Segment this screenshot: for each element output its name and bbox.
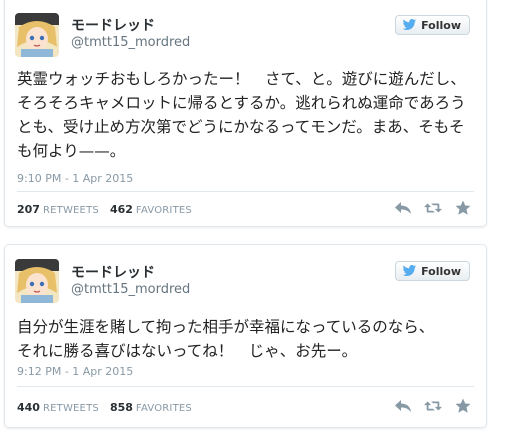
divider — [17, 386, 474, 387]
star-icon[interactable] — [454, 398, 472, 414]
timestamp[interactable]: 9:12 PM - 1 Apr 2015 — [17, 365, 133, 378]
tweet-stats: 440 RETWEETS 858 FAVORITES — [17, 401, 200, 414]
favorite-label: FAVORITES — [135, 205, 192, 216]
avatar[interactable] — [15, 259, 59, 303]
star-icon[interactable] — [454, 200, 472, 216]
retweet-count[interactable]: 207 — [17, 203, 40, 216]
tweet-stats: 207 RETWEETS 462 FAVORITES — [17, 203, 200, 216]
twitter-bird-icon — [402, 265, 417, 277]
tweet-actions — [394, 398, 472, 414]
favorite-count[interactable]: 462 — [110, 203, 133, 216]
tweet-actions — [394, 200, 472, 216]
tweet-card: モードレッド @tmtt15_mordred Follow 英霊ウォッチおもしろ… — [4, 0, 487, 227]
tweet-text: 自分が生涯を賭して拘った相手が幸福になっているのなら、 それに勝る喜びはないって… — [17, 318, 435, 360]
retweet-icon[interactable] — [424, 200, 442, 216]
reply-icon[interactable] — [394, 398, 412, 414]
display-name[interactable]: モードレッド — [71, 262, 155, 282]
follow-button[interactable]: Follow — [395, 261, 470, 281]
screen-name[interactable]: @tmtt15_mordred — [71, 35, 190, 50]
retweet-label: RETWEETS — [42, 205, 99, 216]
favorite-count[interactable]: 858 — [110, 401, 133, 414]
follow-button[interactable]: Follow — [395, 15, 470, 35]
tweet-card: モードレッド @tmtt15_mordred Follow 自分が生涯を賭して拘… — [4, 244, 487, 428]
tweet-text: 英霊ウォッチおもしろかったー！ さて、と。遊びに遊んだし、 そろそろキャメロット… — [17, 70, 466, 160]
reply-icon[interactable] — [394, 200, 412, 216]
twitter-bird-icon — [402, 19, 417, 31]
follow-label: Follow — [421, 18, 461, 32]
retweet-icon[interactable] — [424, 398, 442, 414]
timestamp[interactable]: 9:10 PM - 1 Apr 2015 — [17, 172, 133, 185]
retweet-count[interactable]: 440 — [17, 401, 40, 414]
screen-name[interactable]: @tmtt15_mordred — [71, 282, 190, 297]
avatar[interactable] — [15, 13, 59, 57]
follow-label: Follow — [421, 264, 461, 278]
divider — [17, 191, 474, 192]
display-name[interactable]: モードレッド — [71, 15, 155, 35]
favorite-label: FAVORITES — [135, 403, 192, 414]
retweet-label: RETWEETS — [42, 403, 99, 414]
